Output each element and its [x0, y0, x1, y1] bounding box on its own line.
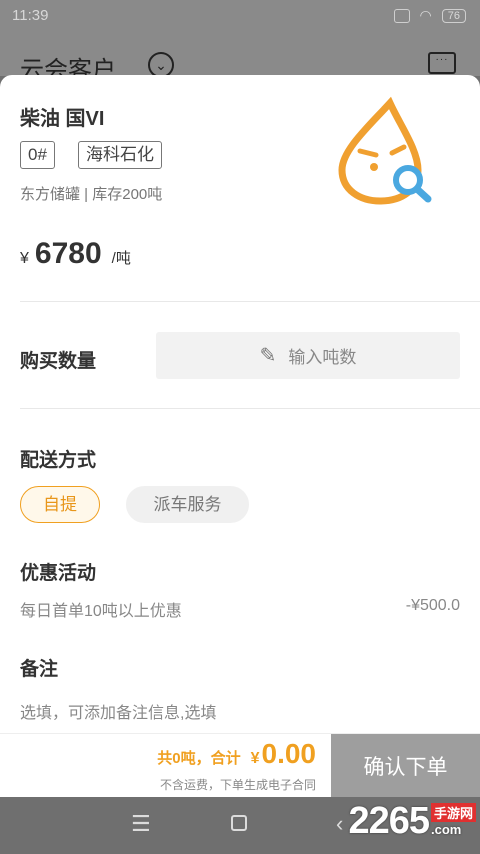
promotion-text: 每日首单10吨以上优惠 [20, 603, 182, 620]
watermark-number: 2265 [348, 800, 430, 842]
total-note: 不含运费，下单生成电子合同 [159, 778, 316, 792]
storage-info: 东方储罐 | 库存200吨 [20, 186, 163, 203]
product-name: 柴油 国VI [20, 108, 105, 130]
price-unit: /吨 [111, 250, 131, 267]
total-prefix: 共0吨，合计 [157, 750, 241, 767]
total-amount: 0.00 [261, 738, 317, 769]
delivery-option-pickup[interactable]: 自提 [20, 486, 100, 523]
quantity-input[interactable]: ✎ 输入吨数 [156, 332, 460, 379]
quantity-placeholder: 输入吨数 [288, 348, 357, 367]
remark-label: 备注 [20, 659, 59, 680]
total-currency: ¥ [250, 750, 260, 767]
watermark-logo: 2265 手游网 .com [348, 800, 476, 843]
oil-drop-logo-icon [338, 96, 432, 205]
order-sheet: 柴油 国VI 0# 海科石化 东方储罐 | 库存200吨 ¥ 6780 /吨 购… [0, 75, 480, 797]
quantity-label: 购买数量 [20, 351, 97, 372]
supplier-tag: 海科石化 [78, 141, 162, 169]
status-time: 11:39 [12, 7, 49, 24]
total-line: 共0吨，合计 ¥ 0.00 [157, 738, 316, 770]
unit-price: 6780 [34, 237, 102, 270]
currency-symbol: ¥ [20, 250, 29, 267]
status-bar: 11:39 ◠ 76 [0, 0, 480, 32]
delivery-option-dispatch[interactable]: 派车服务 [126, 486, 249, 523]
sim-icon [393, 8, 410, 23]
grade-tag: 0# [20, 141, 55, 169]
delivery-label: 配送方式 [20, 450, 97, 471]
status-icons: ◠ 76 [393, 7, 466, 24]
divider [20, 301, 480, 302]
watermark-site-cn: 手游网 [430, 803, 476, 822]
remark-input[interactable]: 选填，可添加备注信息,选填 [20, 699, 216, 723]
watermark-site-com: .com [430, 822, 462, 837]
promotion-label: 优惠活动 [20, 563, 97, 584]
app-header: 云会客户 ⌄ ··· [0, 32, 480, 84]
pencil-icon: ✎ [259, 345, 277, 367]
promotion-amount: -¥500.0 [405, 597, 460, 614]
confirm-order-button[interactable]: 确认下单 [331, 734, 480, 798]
back-icon[interactable]: ‹ [336, 811, 343, 837]
divider [20, 408, 480, 409]
wifi-icon: ◠ [419, 7, 432, 23]
price-row: ¥ 6780 /吨 [20, 237, 131, 271]
order-footer: 共0吨，合计 ¥ 0.00 不含运费，下单生成电子合同 确认下单 [0, 733, 480, 798]
battery-icon: 76 [441, 8, 466, 23]
message-icon[interactable]: ··· [428, 52, 456, 74]
menu-icon[interactable]: ☰ [131, 811, 151, 837]
home-icon[interactable] [231, 815, 247, 831]
